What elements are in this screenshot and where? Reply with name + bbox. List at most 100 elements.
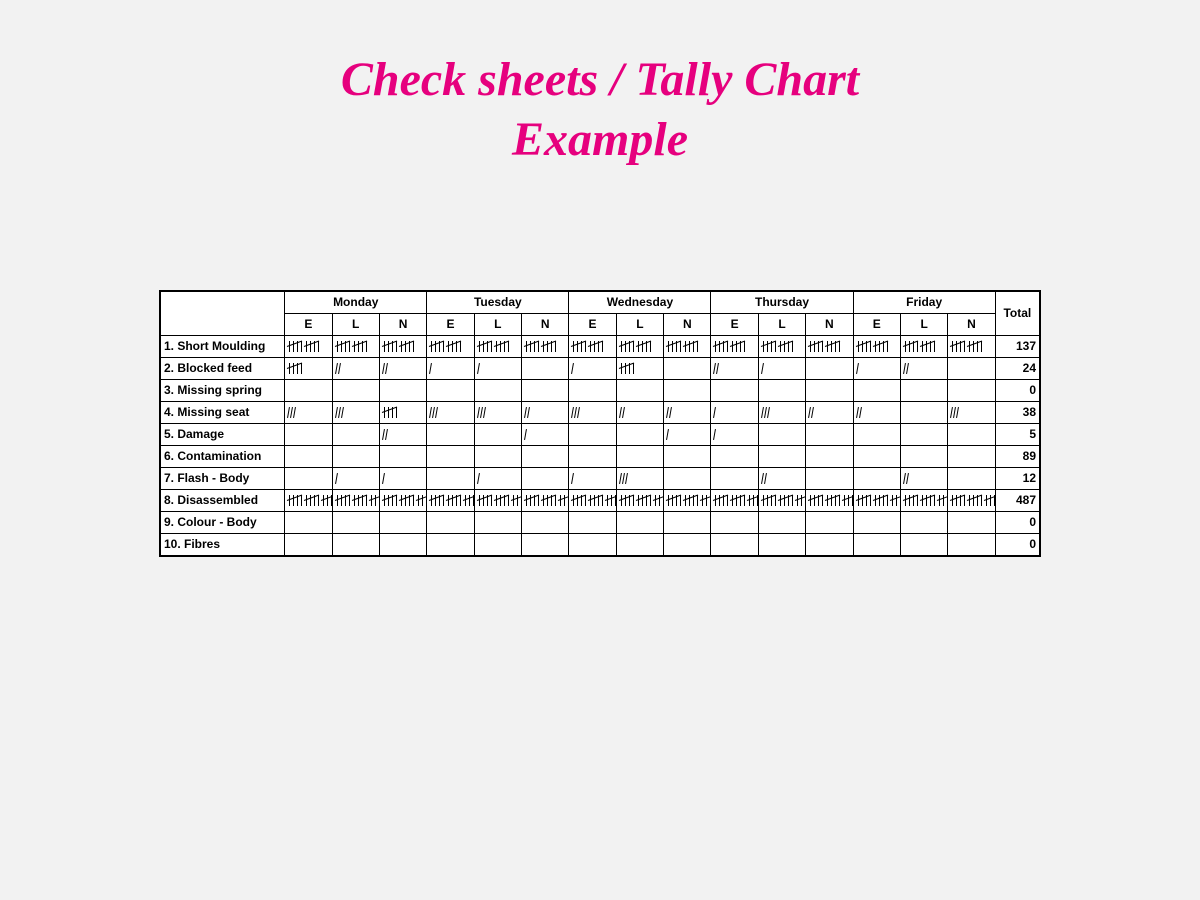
tally-cell	[664, 534, 711, 556]
row-label: 9. Colour - Body	[161, 512, 285, 534]
table-head: MondayTuesdayWednesdayThursdayFridayTota…	[161, 292, 1040, 336]
tally-cell	[379, 336, 426, 358]
tally-cell	[758, 402, 805, 424]
tally-cell	[711, 424, 758, 446]
tally-cell	[569, 490, 616, 512]
tally-cell	[806, 534, 853, 556]
tally-cell	[900, 380, 947, 402]
tally-cell	[948, 468, 995, 490]
tally-cell	[332, 380, 379, 402]
row-total: 24	[995, 358, 1039, 380]
row-total: 0	[995, 534, 1039, 556]
col-header-shift: N	[806, 314, 853, 336]
tally-cell	[332, 490, 379, 512]
tally-cell	[711, 446, 758, 468]
tally-cell	[664, 336, 711, 358]
tally-cell	[379, 468, 426, 490]
col-header-day: Wednesday	[569, 292, 711, 314]
tally-cell	[664, 468, 711, 490]
col-header-shift: L	[332, 314, 379, 336]
tally-cell	[853, 424, 900, 446]
row-label: 2. Blocked feed	[161, 358, 285, 380]
table-row: 1. Short Moulding137	[161, 336, 1040, 358]
col-header-shift: E	[427, 314, 474, 336]
tally-cell	[664, 512, 711, 534]
col-header-shift: L	[474, 314, 521, 336]
table-row: 5. Damage5	[161, 424, 1040, 446]
tally-cell	[664, 358, 711, 380]
tally-cell	[569, 336, 616, 358]
tally-cell	[948, 424, 995, 446]
tally-cell	[900, 424, 947, 446]
tally-cell	[664, 424, 711, 446]
row-total: 487	[995, 490, 1039, 512]
tally-cell	[948, 380, 995, 402]
tally-cell	[806, 402, 853, 424]
tally-cell	[427, 402, 474, 424]
tally-cell	[664, 402, 711, 424]
tally-cell	[569, 446, 616, 468]
tally-cell	[948, 358, 995, 380]
tally-cell	[758, 358, 805, 380]
tally-cell	[569, 468, 616, 490]
col-header-total: Total	[995, 292, 1039, 336]
tally-cell	[522, 446, 569, 468]
col-header-day: Thursday	[711, 292, 853, 314]
tally-cell	[758, 336, 805, 358]
tally-cell	[569, 358, 616, 380]
tally-cell	[900, 402, 947, 424]
table-row: 3. Missing spring0	[161, 380, 1040, 402]
tally-cell	[806, 446, 853, 468]
tally-cell	[758, 446, 805, 468]
tally-cell	[522, 490, 569, 512]
tally-cell	[900, 446, 947, 468]
tally-cell	[427, 358, 474, 380]
col-header-day: Monday	[285, 292, 427, 314]
row-label: 5. Damage	[161, 424, 285, 446]
tally-cell	[332, 446, 379, 468]
tally-cell	[806, 358, 853, 380]
tally-cell	[711, 336, 758, 358]
page-title: Check sheets / Tally Chart Example	[150, 50, 1050, 170]
tally-cell	[806, 424, 853, 446]
tally-cell	[427, 336, 474, 358]
tally-cell	[569, 380, 616, 402]
tally-cell	[427, 424, 474, 446]
tally-cell	[616, 468, 663, 490]
col-header-shift: N	[664, 314, 711, 336]
tally-cell	[900, 534, 947, 556]
tally-cell	[379, 424, 426, 446]
tally-cell	[806, 490, 853, 512]
tally-cell	[853, 380, 900, 402]
title-line1: Check sheets / Tally Chart	[341, 53, 859, 106]
col-header-shift: N	[948, 314, 995, 336]
tally-cell	[379, 446, 426, 468]
col-header-shift: L	[758, 314, 805, 336]
tally-sheet: MondayTuesdayWednesdayThursdayFridayTota…	[159, 290, 1041, 557]
tally-cell	[474, 336, 521, 358]
tally-cell	[285, 402, 332, 424]
tally-cell	[285, 534, 332, 556]
col-header-day: Tuesday	[427, 292, 569, 314]
tally-cell	[569, 424, 616, 446]
tally-cell	[616, 402, 663, 424]
tally-cell	[427, 380, 474, 402]
table-row: 9. Colour - Body0	[161, 512, 1040, 534]
tally-cell	[948, 402, 995, 424]
tally-cell	[522, 534, 569, 556]
tally-cell	[285, 468, 332, 490]
tally-cell	[332, 512, 379, 534]
row-label: 8. Disassembled	[161, 490, 285, 512]
tally-cell	[522, 424, 569, 446]
tally-cell	[758, 490, 805, 512]
tally-cell	[758, 424, 805, 446]
row-label: 1. Short Moulding	[161, 336, 285, 358]
tally-cell	[522, 358, 569, 380]
tally-cell	[758, 534, 805, 556]
table-row: 8. Disassembled 487	[161, 490, 1040, 512]
tally-cell	[711, 402, 758, 424]
tally-cell	[285, 424, 332, 446]
col-header-shift: E	[285, 314, 332, 336]
col-header-day: Friday	[853, 292, 995, 314]
tally-cell	[900, 468, 947, 490]
